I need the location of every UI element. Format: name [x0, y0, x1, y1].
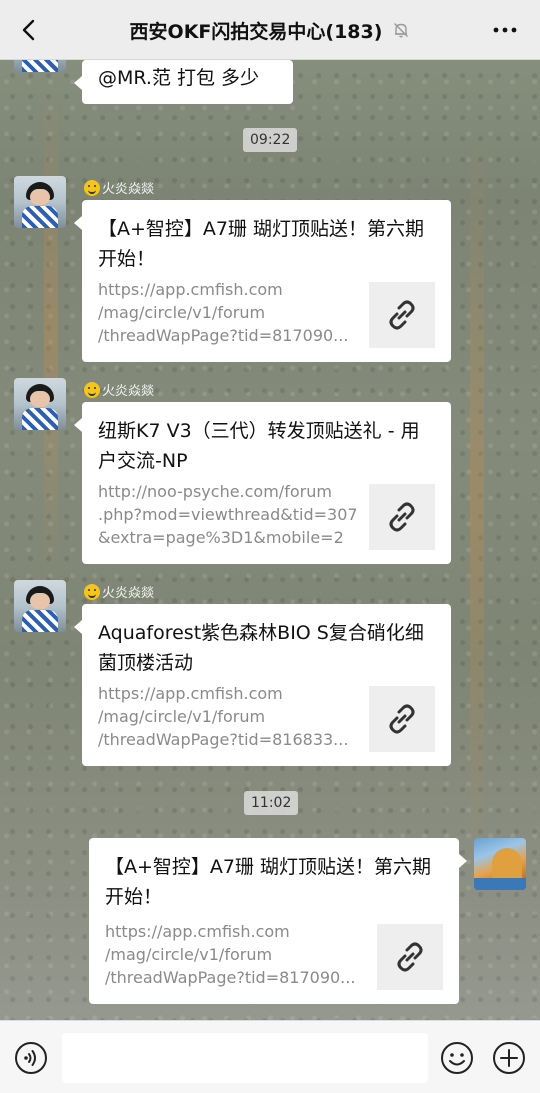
sender-name: 火炎焱燚: [84, 380, 154, 399]
bell-off-icon: [394, 23, 409, 38]
avatar[interactable]: [14, 60, 66, 72]
smile-emoji-icon: [84, 381, 100, 398]
link-card-bubble[interactable]: 【A+智控】A7珊 瑚灯顶贴送！第六期开始！ https://app.cmfis…: [89, 838, 467, 1004]
sender-name: 火炎焱燚: [84, 582, 154, 601]
link-title: 【A+智控】A7珊 瑚灯顶贴送！第六期开始！: [105, 856, 432, 908]
voice-icon[interactable]: [14, 1041, 48, 1075]
link-icon: [389, 704, 415, 734]
link-thumbnail: [369, 686, 435, 752]
link-url: http://noo-psyche.com/forum .php?mod=vie…: [98, 482, 358, 547]
link-thumbnail: [369, 282, 435, 348]
link-url: https://app.cmfish.com /mag/circle/v1/fo…: [105, 922, 356, 987]
link-icon: [397, 942, 423, 972]
smile-emoji-icon: [84, 179, 100, 196]
avatar[interactable]: [14, 176, 66, 228]
title-wrap: 西安OKF闪拍交易中心(183): [0, 0, 540, 60]
emoji-icon[interactable]: [440, 1041, 474, 1075]
link-card-bubble[interactable]: 【A+智控】A7珊 瑚灯顶贴送！第六期开始！ https://app.cmfis…: [74, 200, 451, 362]
link-title: 纽斯K7 V3（三代）转发顶贴送礼 - 用户交流-NP: [98, 420, 420, 472]
link-url: https://app.cmfish.com /mag/circle/v1/fo…: [98, 280, 349, 345]
smile-emoji-icon: [84, 583, 100, 600]
avatar[interactable]: [14, 378, 66, 430]
sender-name-text: 火炎焱燚: [102, 384, 155, 399]
link-icon: [389, 502, 415, 532]
top-bar: 西安OKF闪拍交易中心(183): [0, 0, 540, 60]
message-text: @MR.范 打包 多少: [98, 67, 260, 89]
link-icon: [389, 300, 415, 330]
link-card-bubble[interactable]: Aquaforest紫色森林BIO S复合硝化细菌顶楼活动 https://ap…: [74, 604, 451, 766]
sender-name-text: 火炎焱燚: [102, 586, 155, 601]
input-bar: [0, 1020, 540, 1093]
avatar[interactable]: [14, 580, 66, 632]
link-card-bubble[interactable]: 纽斯K7 V3（三代）转发顶贴送礼 - 用户交流-NP http://noo-p…: [74, 402, 451, 564]
sender-name-text: 火炎焱燚: [102, 182, 155, 197]
link-thumbnail: [369, 484, 435, 550]
back-arrow-icon[interactable]: [16, 16, 44, 44]
chat-title: 西安OKF闪拍交易中心(183): [129, 20, 383, 43]
link-url: https://app.cmfish.com /mag/circle/v1/fo…: [98, 684, 349, 749]
more-dots-icon[interactable]: [492, 22, 518, 38]
chat-messages[interactable]: @MR.范 打包 多少 09:22 火炎焱燚 【A+智控】A7珊 瑚灯顶贴送！第…: [0, 60, 540, 1020]
avatar-self[interactable]: [474, 838, 526, 890]
link-thumbnail: [377, 924, 443, 990]
link-title: 【A+智控】A7珊 瑚灯顶贴送！第六期开始！: [98, 218, 425, 270]
link-title: Aquaforest紫色森林BIO S复合硝化细菌顶楼活动: [98, 622, 424, 674]
timestamp: 09:22: [243, 128, 298, 152]
timestamp: 11:02: [244, 791, 299, 815]
plus-icon[interactable]: [492, 1041, 526, 1075]
sender-name: 火炎焱燚: [84, 178, 154, 197]
message-bubble[interactable]: @MR.范 打包 多少: [74, 60, 293, 104]
message-input[interactable]: [62, 1033, 428, 1083]
